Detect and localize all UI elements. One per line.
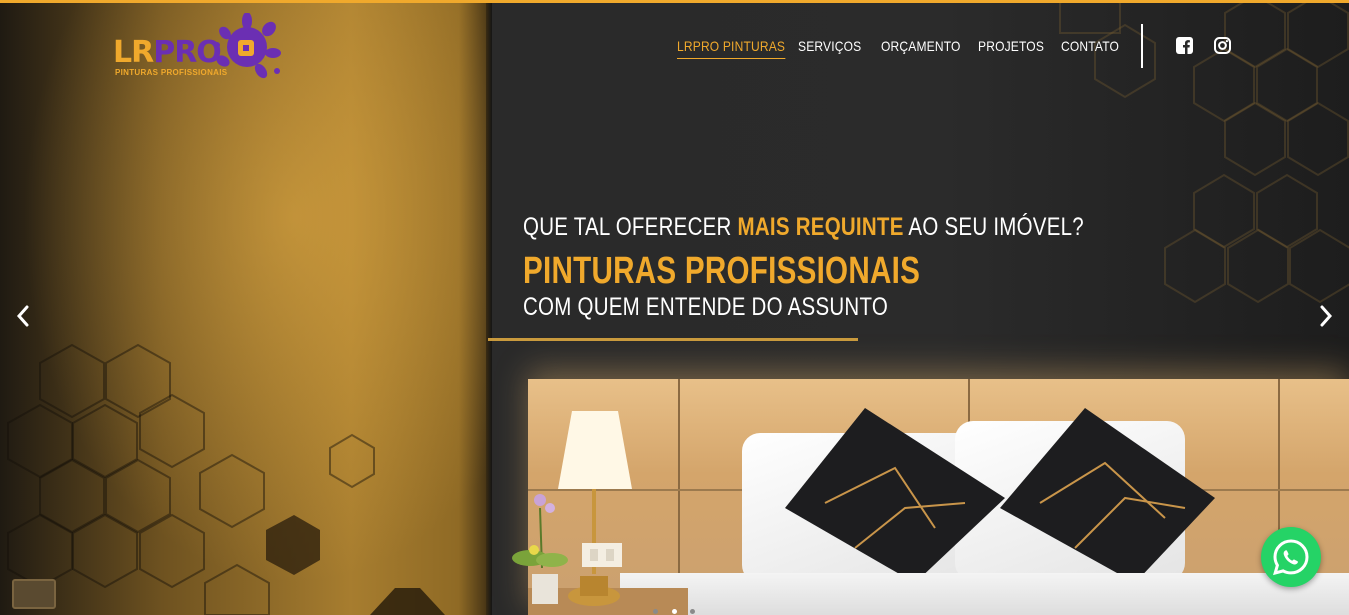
headline-line-1-start: QUE TAL OFERECER: [523, 213, 738, 241]
headline-line-1: QUE TAL OFERECER MAIS REQUINTE AO SEU IM…: [523, 213, 1084, 242]
nav-item-contato[interactable]: CONTATO: [1061, 38, 1119, 54]
wall-outlet: [12, 579, 56, 609]
hero-slider: QUE TAL OFERECER MAIS REQUINTE AO SEU IM…: [0, 3, 1349, 615]
chevron-right-icon: [1320, 305, 1333, 327]
facebook-link[interactable]: [1176, 37, 1194, 55]
facebook-icon: [1176, 37, 1193, 54]
headline-line-3: COM QUEM ENTENDE DO ASSUNTO: [523, 293, 889, 321]
nav-item-projetos[interactable]: PROJETOS: [978, 38, 1044, 54]
headline-line-1-end: AO SEU IMÓVEL?: [903, 213, 1084, 241]
whatsapp-icon: [1273, 539, 1309, 576]
nav-item-orcamento[interactable]: ORÇAMENTO: [881, 38, 961, 54]
nav-separator: [1141, 24, 1143, 68]
nav-item-lrpro-pinturas[interactable]: LRPRO PINTURAS: [677, 38, 785, 59]
slider-next-button[interactable]: [1315, 303, 1337, 329]
slider-dot-1[interactable]: [653, 609, 658, 614]
chevron-left-icon: [16, 305, 29, 327]
nav-item-servicos[interactable]: SERVIÇOS: [798, 38, 861, 54]
flower-pot-image: [512, 494, 568, 604]
headline-highlight: MAIS REQUINTE: [737, 213, 904, 241]
headline-underline: [488, 338, 858, 341]
instagram-link[interactable]: [1214, 37, 1232, 55]
logo-tagline: PINTURAS PROFISSIONAIS: [115, 68, 228, 77]
headline-line-2: PINTURAS PROFISSIONAIS: [523, 250, 921, 292]
bed-mattress: [620, 573, 1349, 615]
wall-switch: [582, 543, 622, 567]
brand-logo[interactable]: LRPRO PINTURAS PROFISSIONAIS: [113, 13, 283, 83]
slider-dot-2[interactable]: [672, 609, 677, 614]
instagram-icon: [1214, 37, 1231, 54]
logo-pro: PRO: [153, 35, 222, 70]
pillows-decorative: [785, 408, 1215, 583]
logo-wordmark: LRPRO: [113, 35, 222, 70]
whatsapp-button[interactable]: [1261, 527, 1321, 587]
slider-prev-button[interactable]: [12, 303, 34, 329]
slider-dot-3[interactable]: [690, 609, 695, 614]
logo-lr: LR: [113, 35, 154, 70]
